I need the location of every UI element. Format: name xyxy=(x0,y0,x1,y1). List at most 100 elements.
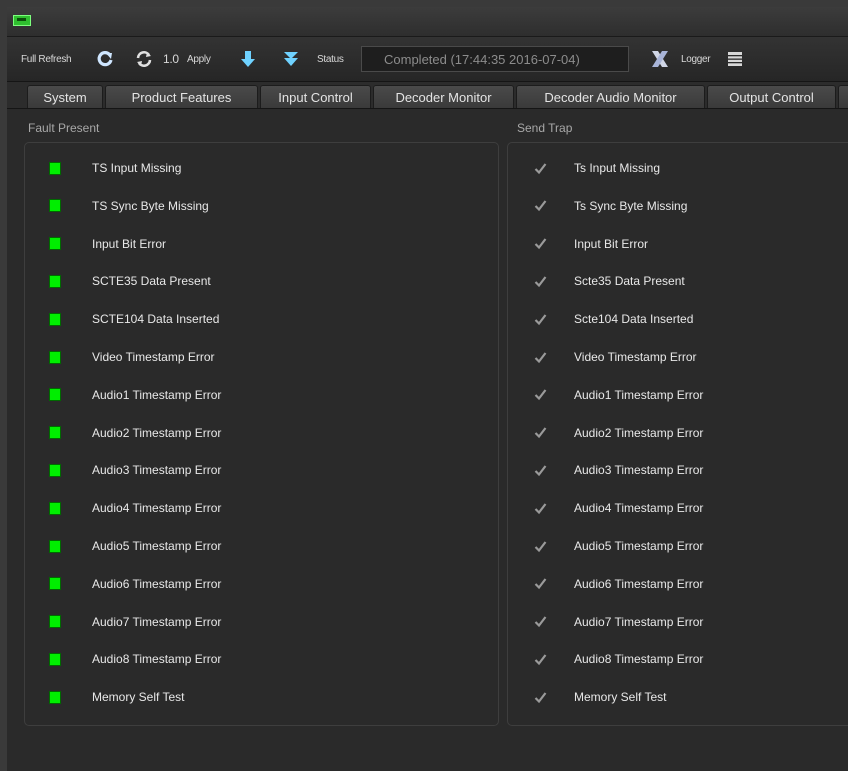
tab-decoder-monitor[interactable]: Decoder Monitor xyxy=(373,85,514,108)
fault-present-group: TS Input Missing TS Sync Byte Missing Inpu… xyxy=(24,142,499,726)
send-trap-checkbox[interactable] xyxy=(534,691,547,704)
checkmark-icon xyxy=(534,162,547,174)
send-trap-label: Audio3 Timestamp Error xyxy=(574,463,704,478)
send-trap-label: Input Bit Error xyxy=(574,236,649,251)
send-trap-row: Video Timestamp Error xyxy=(508,345,848,369)
status-led-icon xyxy=(49,161,61,175)
logger-list-icon[interactable] xyxy=(725,37,745,81)
status-led-icon xyxy=(49,350,61,364)
tab-content-decoder-monitor: Fault Present TS Input Missing TS Sync By… xyxy=(7,108,848,771)
fault-label: Audio1 Timestamp Error xyxy=(92,387,222,402)
send-trap-row: Ts Sync Byte Missing xyxy=(508,194,848,218)
send-trap-checkbox[interactable] xyxy=(534,199,547,212)
checkmark-icon xyxy=(534,654,547,666)
fault-row: Audio5 Timestamp Error xyxy=(25,534,495,558)
status-led-icon xyxy=(49,199,61,213)
fault-label: Audio3 Timestamp Error xyxy=(92,463,222,478)
status-led-icon xyxy=(49,577,61,591)
send-trap-label: Memory Self Test xyxy=(574,690,667,705)
logger-label[interactable]: Logger xyxy=(681,54,711,65)
send-trap-checkbox[interactable] xyxy=(534,653,547,666)
fault-row: Audio2 Timestamp Error xyxy=(25,421,495,445)
version-label: 1.0 xyxy=(163,52,179,66)
status-led-icon xyxy=(49,274,61,288)
full-refresh-label: Full Refresh xyxy=(21,53,72,65)
send-trap-group: Ts Input Missing Ts Sync Byte Missing Inpu… xyxy=(507,142,848,726)
fault-label: SCTE104 Data Inserted xyxy=(92,312,220,327)
fault-label: Audio4 Timestamp Error xyxy=(92,501,222,516)
send-trap-checkbox[interactable] xyxy=(534,615,547,628)
tab-label: Decoder Audio Monitor xyxy=(544,89,677,105)
tab-system[interactable]: System xyxy=(27,85,103,108)
double-download-arrow-icon[interactable] xyxy=(279,37,303,81)
status-led-icon xyxy=(49,501,61,515)
status-led-icon xyxy=(49,652,61,666)
fault-label: Audio6 Timestamp Error xyxy=(92,576,222,591)
fault-label: Video Timestamp Error xyxy=(92,350,215,364)
tab-label: Product Features xyxy=(131,89,232,105)
checkmark-icon xyxy=(534,351,547,363)
app-icon xyxy=(13,15,31,26)
send-trap-checkbox[interactable] xyxy=(534,577,547,590)
tab-decoder-audio-monitor[interactable]: Decoder Audio Monitor xyxy=(516,85,705,108)
send-trap-checkbox[interactable] xyxy=(534,464,547,477)
checkmark-icon xyxy=(534,314,547,325)
send-trap-label: Ts Sync Byte Missing xyxy=(574,198,688,213)
close-x-icon[interactable] xyxy=(647,37,673,81)
tab-product-features[interactable]: Product Features xyxy=(105,85,258,108)
send-trap-row: Audio2 Timestamp Error xyxy=(508,421,848,445)
status-value: Completed (17:44:35 2016-07-04) xyxy=(384,51,580,67)
download-arrow-icon[interactable] xyxy=(237,37,259,81)
send-trap-checkbox[interactable] xyxy=(534,313,547,326)
status-led-icon xyxy=(49,539,61,553)
send-trap-label: Ts Input Missing xyxy=(574,161,661,175)
tab-output-control[interactable]: Output Control xyxy=(707,85,836,108)
send-trap-checkbox[interactable] xyxy=(534,351,547,364)
send-trap-title: Send Trap xyxy=(517,121,573,135)
send-trap-checkbox[interactable] xyxy=(534,426,547,439)
fault-label: Audio7 Timestamp Error xyxy=(92,614,222,629)
fault-row: Input Bit Error xyxy=(25,232,495,256)
send-trap-checkbox[interactable] xyxy=(534,275,547,288)
status-led-icon xyxy=(49,237,61,251)
checkmark-icon xyxy=(534,616,547,628)
fault-row: SCTE35 Data Present xyxy=(25,269,495,293)
send-trap-label: Audio7 Timestamp Error xyxy=(574,614,704,629)
checkmark-icon xyxy=(534,389,547,401)
fault-label: Audio2 Timestamp Error xyxy=(92,425,222,440)
send-trap-label: Audio8 Timestamp Error xyxy=(574,652,704,667)
fault-row: Memory Self Test xyxy=(25,685,495,709)
send-trap-row: Audio3 Timestamp Error xyxy=(508,458,848,482)
fault-row: Audio1 Timestamp Error xyxy=(25,383,495,407)
send-trap-row: Ts Input Missing xyxy=(508,156,848,180)
checkmark-icon xyxy=(534,427,547,439)
status-label: Status xyxy=(317,53,344,65)
tab-overflow[interactable] xyxy=(838,85,848,108)
send-trap-checkbox[interactable] xyxy=(534,388,547,401)
send-trap-checkbox[interactable] xyxy=(534,162,547,175)
fault-label: Audio5 Timestamp Error xyxy=(92,539,222,553)
tab-input-control[interactable]: Input Control xyxy=(260,85,371,108)
checkmark-icon xyxy=(534,503,547,514)
send-trap-row: Audio6 Timestamp Error xyxy=(508,572,848,596)
fault-label: Input Bit Error xyxy=(92,236,167,251)
toolbar: Full Refresh 1.0 Apply Status Completed … xyxy=(7,37,848,82)
checkmark-icon xyxy=(534,578,547,590)
send-trap-checkbox[interactable] xyxy=(534,540,547,553)
status-led-icon xyxy=(49,388,61,402)
send-trap-checkbox[interactable] xyxy=(534,237,547,250)
tab-bar: System Product Features Input Control De… xyxy=(7,82,848,108)
status-led-icon xyxy=(49,690,61,704)
send-trap-label: Audio4 Timestamp Error xyxy=(574,501,704,516)
send-trap-row: Audio4 Timestamp Error xyxy=(508,496,848,520)
checkmark-icon xyxy=(534,465,547,477)
sync-icon[interactable] xyxy=(132,37,156,81)
fault-row: Audio4 Timestamp Error xyxy=(25,496,495,520)
send-trap-label: Scte35 Data Present xyxy=(574,274,685,289)
apply-label[interactable]: Apply xyxy=(187,54,211,65)
send-trap-checkbox[interactable] xyxy=(534,502,547,515)
send-trap-label: Video Timestamp Error xyxy=(574,350,697,364)
refresh-icon[interactable] xyxy=(93,37,117,81)
status-led-icon xyxy=(49,463,61,477)
checkmark-icon xyxy=(534,692,547,703)
